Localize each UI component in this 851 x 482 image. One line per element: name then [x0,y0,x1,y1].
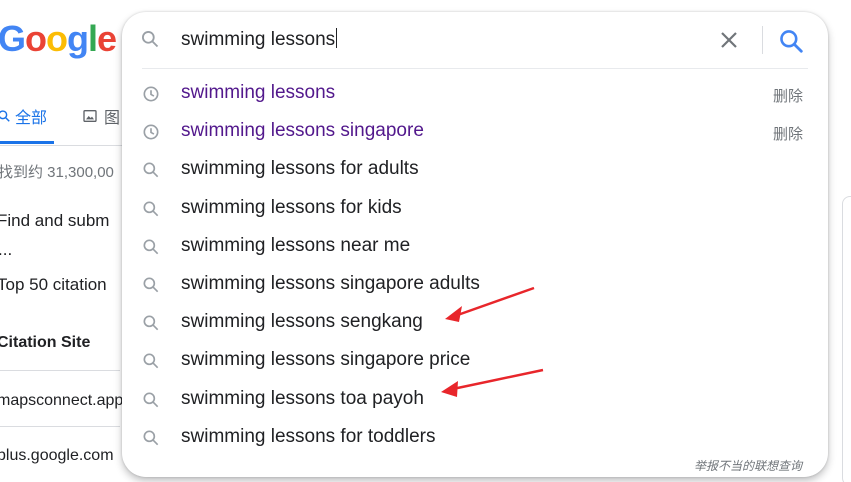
search-icon [143,315,159,331]
tab-images-label: 图 [104,110,121,127]
dropdown-divider [142,68,808,69]
logo-letter: o [25,18,47,59]
search-icon [143,392,159,407]
side-panel [842,196,851,482]
suggestion-item[interactable]: swimming lessons for adults [122,150,828,188]
logo-letter: l [88,18,98,59]
search-bar: swimming lessons [122,12,828,68]
search-query-text: swimming lessons [181,29,336,50]
history-clock-icon [143,124,159,140]
search-icon [143,239,159,255]
search-icon [143,162,159,178]
table-cell: plus.google.com [0,447,114,464]
table-cell: mapsconnect.app [0,392,124,409]
suggestion-item[interactable]: swimming lessons toa payoh [122,380,828,418]
result-heading[interactable]: Top 50 citation [0,275,107,295]
suggestion-text: swimming lessons singapore adults [181,272,480,294]
tab-all[interactable]: 全部 [0,104,47,128]
table-header: Citation Site [0,334,91,351]
clear-icon[interactable] [717,28,741,52]
image-icon [83,110,97,122]
suggestion-text: swimming lessons for toddlers [181,425,436,447]
suggestion-text: swimming lessons singapore price [181,349,471,371]
logo-letter: g [67,18,89,59]
suggestion-item[interactable]: swimming lessons for toddlers [122,418,828,456]
suggestion-text: swimming lessons near me [181,234,411,256]
search-icon [143,277,159,293]
search-icon [0,110,10,122]
search-icon [142,31,159,48]
table-divider [0,370,120,371]
delete-history-link[interactable]: 删除 [773,85,803,106]
search-icon [143,353,159,369]
suggestion-text: swimming lessons for kids [181,196,402,218]
history-clock-icon [143,86,159,102]
result-snippet: Find and subm [0,211,110,230]
report-predictions-link[interactable]: 举报不当的联想查询 [694,457,802,474]
suggestion-list: swimming lessons 删除 swimming lessons sin… [122,74,828,456]
suggestion-text: swimming lessons singapore [181,120,424,142]
suggestion-item[interactable]: swimming lessons sengkang [122,303,828,341]
table-divider [0,426,120,427]
suggestion-item[interactable]: swimming lessons singapore adults [122,265,828,303]
suggestion-item[interactable]: swimming lessons singapore price [122,341,828,379]
result-stats: 找到约 31,300,00 [0,164,114,181]
tab-all-label: 全部 [15,110,48,127]
logo-letter: e [97,18,117,59]
active-tab-indicator [0,141,54,144]
search-submit-icon[interactable] [778,28,804,54]
suggestion-text: swimming lessons toa payoh [181,387,424,409]
suggestion-item[interactable]: swimming lessons near me [122,227,828,265]
search-icon [143,430,159,445]
tabs-divider [0,145,130,146]
logo-letter: G [0,18,26,59]
tab-images[interactable]: 图 [82,104,120,128]
search-input[interactable]: swimming lessons [181,28,338,51]
logo-letter: o [46,18,68,59]
suggestion-text: swimming lessons sengkang [181,311,423,333]
suggestion-item-history[interactable]: swimming lessons singapore 删除 [122,112,828,150]
result-snippet: ... [0,240,13,259]
search-bar-separator [762,26,763,54]
delete-history-link[interactable]: 删除 [773,123,803,144]
google-logo[interactable]: Google [0,18,117,60]
suggestion-item-history[interactable]: swimming lessons 删除 [122,74,828,112]
suggestion-item[interactable]: swimming lessons for kids [122,189,828,227]
text-cursor [336,28,338,48]
search-autocomplete: swimming lessons swimming lessons 删除 swi… [122,12,828,477]
search-icon [143,201,159,216]
suggestion-text: swimming lessons [181,82,336,103]
suggestion-text: swimming lessons for adults [181,158,419,180]
